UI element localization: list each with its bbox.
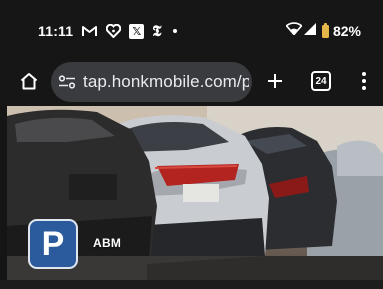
status-bar: 11:11 𝕏 𝕿 82% bbox=[0, 0, 383, 58]
nyt-icon: 𝕿 bbox=[152, 22, 162, 40]
site-settings-icon[interactable] bbox=[57, 72, 77, 92]
more-menu-button[interactable] bbox=[357, 70, 371, 92]
home-button[interactable] bbox=[17, 69, 41, 93]
home-icon bbox=[20, 73, 38, 90]
wifi-icon bbox=[285, 22, 303, 40]
gmail-icon bbox=[82, 23, 98, 39]
status-right: 82% bbox=[285, 22, 361, 40]
parking-logo: P bbox=[28, 219, 78, 269]
battery-percent: 82% bbox=[332, 23, 361, 39]
menu-dot-icon bbox=[362, 72, 366, 76]
more-dot-icon bbox=[173, 29, 178, 33]
status-time: 11:11 bbox=[38, 23, 74, 39]
new-tab-button[interactable] bbox=[264, 70, 286, 92]
address-bar[interactable]: tap.honkmobile.com/p/fa bbox=[51, 62, 252, 102]
plus-icon bbox=[268, 74, 282, 88]
heart-app-icon bbox=[106, 23, 122, 39]
logo-letter: P bbox=[41, 225, 65, 263]
tab-switcher-button[interactable]: 24 bbox=[311, 71, 331, 91]
url-text[interactable]: tap.honkmobile.com/p/fa bbox=[83, 72, 249, 92]
menu-dot-icon bbox=[362, 79, 366, 83]
browser-toolbar: tap.honkmobile.com/p/fa 24 bbox=[0, 58, 383, 106]
x-app-icon: 𝕏 bbox=[129, 23, 145, 39]
status-left: 11:11 𝕏 𝕿 bbox=[38, 22, 178, 40]
operator-name: ABM bbox=[93, 236, 122, 250]
battery-icon bbox=[321, 22, 329, 38]
menu-dot-icon bbox=[362, 86, 366, 90]
browser-window: 11:11 𝕏 𝕿 82% tap.honkmobile.com/p 24 P … bbox=[0, 0, 383, 289]
content-bottom-band bbox=[0, 280, 383, 289]
signal-icon bbox=[303, 22, 316, 40]
